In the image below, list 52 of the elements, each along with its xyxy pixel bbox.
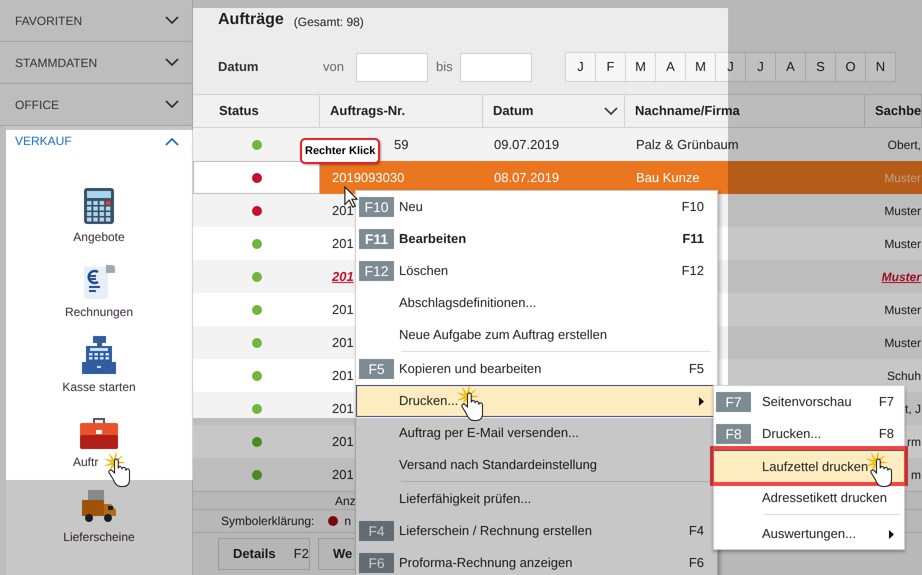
key-badge: F7	[716, 392, 751, 412]
table-cell-text: 201	[332, 432, 354, 451]
key-badge: F12	[359, 261, 394, 281]
table-cell-text: rm	[907, 434, 921, 450]
table-cell-text: 08.07.2019	[494, 168, 560, 187]
table-cell-text: 2019093030	[332, 168, 404, 187]
module-label: Angebote	[73, 229, 125, 246]
key-badge: F4	[359, 521, 394, 541]
section-title: STAMMDATEN	[15, 54, 98, 72]
to-label: bis	[435, 58, 454, 76]
module-label: Auftr	[72, 454, 98, 471]
filter-label: Datum	[218, 58, 260, 76]
table-cell-text: Muster	[882, 268, 921, 286]
table-cell-text: 201	[332, 300, 354, 319]
table-cell-text: 09.07.2019	[494, 136, 560, 154]
module-label: Lieferscheine	[63, 529, 135, 546]
module-label: Kasse starten	[62, 379, 136, 396]
legend-text: n	[344, 513, 352, 530]
table-cell-text: Palz & Grünbaum	[636, 136, 739, 154]
total-count: (Gesamt: 98)	[294, 14, 364, 31]
section-title: FAVORITEN	[15, 12, 82, 30]
table-cell-text: 201	[332, 366, 354, 385]
table-cell-text: Muster	[884, 302, 921, 318]
table-cell-text: 59	[394, 136, 408, 154]
table-cell-text: Obert,	[888, 136, 921, 154]
table-cell-text: Bau Kunze	[636, 168, 700, 187]
key-badge: F8	[716, 424, 751, 444]
legend-label: Symbolerklärung:	[221, 513, 314, 530]
table-cell-text: 201	[332, 466, 354, 484]
table-cell-text: 201	[332, 234, 354, 253]
table-cell-text: 201	[332, 334, 354, 352]
module-label: Rechnungen	[64, 304, 134, 321]
key-badge: F5	[359, 359, 394, 379]
row-count: Anz	[335, 492, 356, 510]
table-cell-text: Muster	[884, 202, 921, 220]
section-title: VERKAUF	[15, 133, 72, 150]
table-cell-text: 201	[332, 268, 354, 286]
page-title: Aufträge	[218, 10, 284, 30]
table-cell-text: 201	[332, 400, 354, 418]
key-badge: F11	[359, 229, 394, 249]
callout: Rechter Klick	[300, 138, 380, 164]
table-cell-text: 201	[332, 202, 354, 220]
table-cell-text: Schuh	[886, 368, 921, 384]
key-badge: F6	[359, 553, 394, 573]
table-cell-text: Muster	[884, 170, 921, 186]
table-cell-text: Muster	[884, 236, 921, 252]
from-label: von	[323, 58, 345, 76]
table-cell-text: Muster	[884, 334, 921, 352]
table-cell-text: t, J	[904, 400, 921, 418]
key-badge: F10	[359, 197, 394, 217]
section-title: OFFICE	[15, 96, 59, 114]
table-cell-text: m	[911, 466, 921, 484]
